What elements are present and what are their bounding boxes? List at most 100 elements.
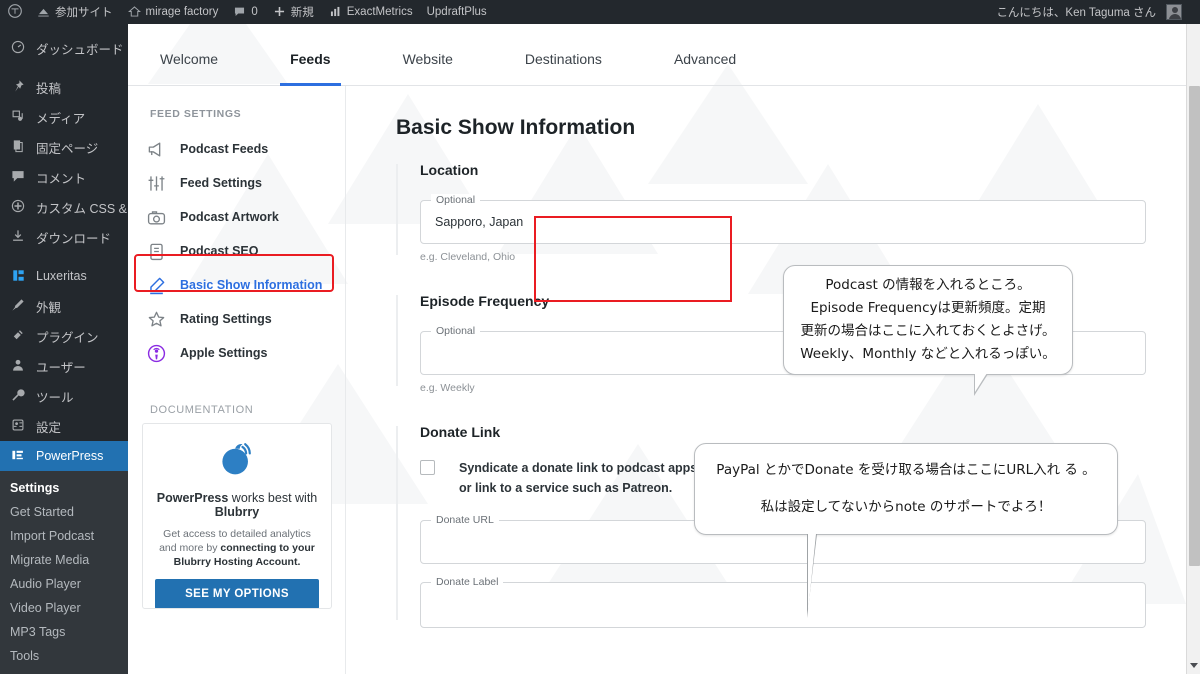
donate-label-field: Donate Label — [420, 576, 1146, 628]
tab-website[interactable]: Website — [393, 51, 463, 85]
adminbar-updraftplus-label: UpdraftPlus — [426, 6, 487, 18]
adminbar-new-label: 新規 — [290, 7, 314, 19]
appearance-brush-icon — [9, 298, 27, 314]
tab-welcome[interactable]: Welcome — [150, 51, 228, 85]
sidebar-item-rating-settings[interactable]: Rating Settings — [128, 302, 345, 336]
tab-destinations[interactable]: Destinations — [515, 51, 612, 85]
adminbar-item-new[interactable]: 新規 — [265, 0, 321, 24]
location-value: Sapporo, Japan — [435, 215, 524, 229]
location-field: Optional Sapporo, Japan e.g. Cleveland, … — [420, 194, 1146, 263]
avatar — [1166, 4, 1182, 20]
site-home-icon — [127, 5, 142, 20]
adminbar-account[interactable]: こんにちは、Ken Taguma さん — [989, 0, 1200, 24]
sidebar-item-settings[interactable]: 設定 — [0, 411, 128, 441]
submenu-item-mp3-tags[interactable]: MP3 Tags — [0, 620, 128, 644]
submenu-item-settings[interactable]: Settings — [0, 476, 128, 500]
adminbar-item-wordpress-logo[interactable] — [0, 0, 29, 24]
tab-feeds[interactable]: Feeds — [280, 51, 342, 86]
sidebar-label-downloads: ダウンロード — [36, 231, 112, 246]
menu-group-spacer-2 — [0, 252, 128, 261]
scroll-down-arrow-icon[interactable] — [1190, 663, 1198, 668]
sidebar-item-downloads[interactable]: ダウンロード — [0, 222, 128, 252]
users-icon — [9, 358, 27, 374]
submenu-item-get-started[interactable]: Get Started — [0, 500, 128, 524]
see-my-options-button[interactable]: SEE MY OPTIONS — [155, 579, 319, 608]
scrollbar-thumb[interactable] — [1189, 86, 1200, 566]
tab-advanced[interactable]: Advanced — [664, 51, 746, 85]
location-input[interactable]: Optional Sapporo, Japan — [420, 194, 1146, 244]
sidebar-label-posts: 投稿 — [36, 81, 62, 96]
promo-body: Get access to detailed analytics and mor… — [155, 527, 319, 569]
sidebar-item-appearance[interactable]: 外観 — [0, 291, 128, 321]
plugins-icon — [9, 328, 27, 344]
submenu-item-audio-player[interactable]: Audio Player — [0, 572, 128, 596]
pages-icon — [9, 139, 27, 155]
settings-tabs: Welcome Feeds Website Destinations Advan… — [128, 24, 1186, 86]
sidebar-label-tools: ツール — [36, 390, 74, 405]
sidebar-item-plugins[interactable]: プラグイン — [0, 321, 128, 351]
sidebar-label-plugins: プラグイン — [36, 330, 99, 345]
comments-icon — [9, 169, 27, 185]
sidebar-label-luxeritas: Luxeritas — [36, 269, 87, 283]
sidebar-item-luxeritas[interactable]: Luxeritas — [0, 261, 128, 291]
promo-title-powerpress: PowerPress — [156, 491, 229, 505]
section-label-feed-settings: FEED SETTINGS — [150, 108, 242, 120]
sidebar-item-podcast-seo[interactable]: Podcast SEO — [128, 234, 345, 268]
tools-wrench-icon — [9, 388, 27, 404]
adminbar-item-updraftplus[interactable]: UpdraftPlus — [420, 0, 494, 24]
sidebar-label-dashboard: ダッシュボード — [36, 42, 124, 57]
wp-admin-menu: ダッシュボード 投稿 メディア 固定ページ コメント カスタム CSS & JS — [0, 24, 128, 674]
dashboard-icon — [9, 40, 27, 56]
sidebar-label-users: ユーザー — [36, 360, 86, 375]
adminbar-item-exactmetrics[interactable]: ExactMetrics — [321, 0, 420, 24]
sidebar-item-media[interactable]: メディア — [0, 102, 128, 132]
adminbar-item-comments[interactable]: 0 — [225, 0, 264, 24]
sidebar-label-powerpress: PowerPress — [36, 449, 104, 463]
comment-bubble-icon — [232, 5, 247, 20]
donate-label-input[interactable]: Donate Label — [420, 576, 1146, 628]
sidebar-label-appearance: 外観 — [36, 300, 62, 315]
submenu-item-video-player[interactable]: Video Player — [0, 596, 128, 620]
sidebar-item-powerpress[interactable]: PowerPress — [0, 441, 128, 471]
custom-css-js-icon — [9, 199, 27, 215]
submenu-item-migrate-media[interactable]: Migrate Media — [0, 548, 128, 572]
nav-label-feed-settings: Feed Settings — [180, 176, 262, 190]
media-icon — [9, 109, 27, 125]
sidebar-item-feed-settings[interactable]: Feed Settings — [128, 166, 345, 200]
adminbar-item-site-name[interactable]: mirage factory — [120, 0, 226, 24]
blubrry-promo-card: PowerPress works best with Blubrry Get a… — [142, 423, 332, 609]
plus-new-icon — [272, 5, 287, 20]
sidebar-item-posts[interactable]: 投稿 — [0, 72, 128, 102]
sidebar-item-comments[interactable]: コメント — [0, 162, 128, 192]
callout-bubble-donate-link: PayPal とかでDonate を受け取る場合はここにURL入れ る 。 私は… — [694, 443, 1118, 618]
sliders-icon — [146, 173, 166, 193]
megaphone-icon — [146, 139, 166, 159]
sidebar-item-pages[interactable]: 固定ページ — [0, 132, 128, 162]
pencil-icon — [146, 275, 166, 295]
sidebar-item-podcast-feeds[interactable]: Podcast Feeds — [128, 132, 345, 166]
sidebar-item-custom-css-js[interactable]: カスタム CSS & JS — [0, 192, 128, 222]
admin-bar: 参加サイト mirage factory 0 新規 ExactMetrics U… — [0, 0, 1200, 24]
sidebar-item-apple-settings[interactable]: Apple Settings — [128, 336, 345, 370]
powerpress-icon — [9, 448, 27, 464]
submenu-item-import-podcast[interactable]: Import Podcast — [0, 524, 128, 548]
clipboard-icon — [146, 241, 166, 261]
promo-title-mid: works best with — [228, 491, 318, 505]
submenu-item-tools[interactable]: Tools — [0, 644, 128, 668]
syndicate-donate-checkbox[interactable] — [420, 460, 435, 475]
vertical-scrollbar[interactable] — [1186, 6, 1200, 674]
sidebar-item-tools[interactable]: ツール — [0, 381, 128, 411]
sidebar-item-basic-show-information[interactable]: Basic Show Information — [128, 268, 345, 302]
location-group-title: Location — [420, 162, 479, 178]
callout-bubble-2-text: PayPal とかでDonate を受け取る場合はここにURL入れ る 。 私は… — [716, 462, 1096, 515]
luxeritas-icon — [9, 269, 27, 284]
nav-label-podcast-artwork: Podcast Artwork — [180, 210, 279, 224]
sidebar-item-users[interactable]: ユーザー — [0, 351, 128, 381]
adminbar-item-my-sites[interactable]: 参加サイト — [29, 0, 120, 24]
sidebar-item-dashboard[interactable]: ダッシュボード — [0, 33, 128, 63]
nav-label-rating-settings: Rating Settings — [180, 312, 272, 326]
sidebar-label-pages: 固定ページ — [36, 141, 99, 156]
basic-show-information-panel: Basic Show Information Location Optional… — [346, 86, 1186, 674]
sidebar-item-podcast-artwork[interactable]: Podcast Artwork — [128, 200, 345, 234]
downloads-icon — [9, 229, 27, 245]
